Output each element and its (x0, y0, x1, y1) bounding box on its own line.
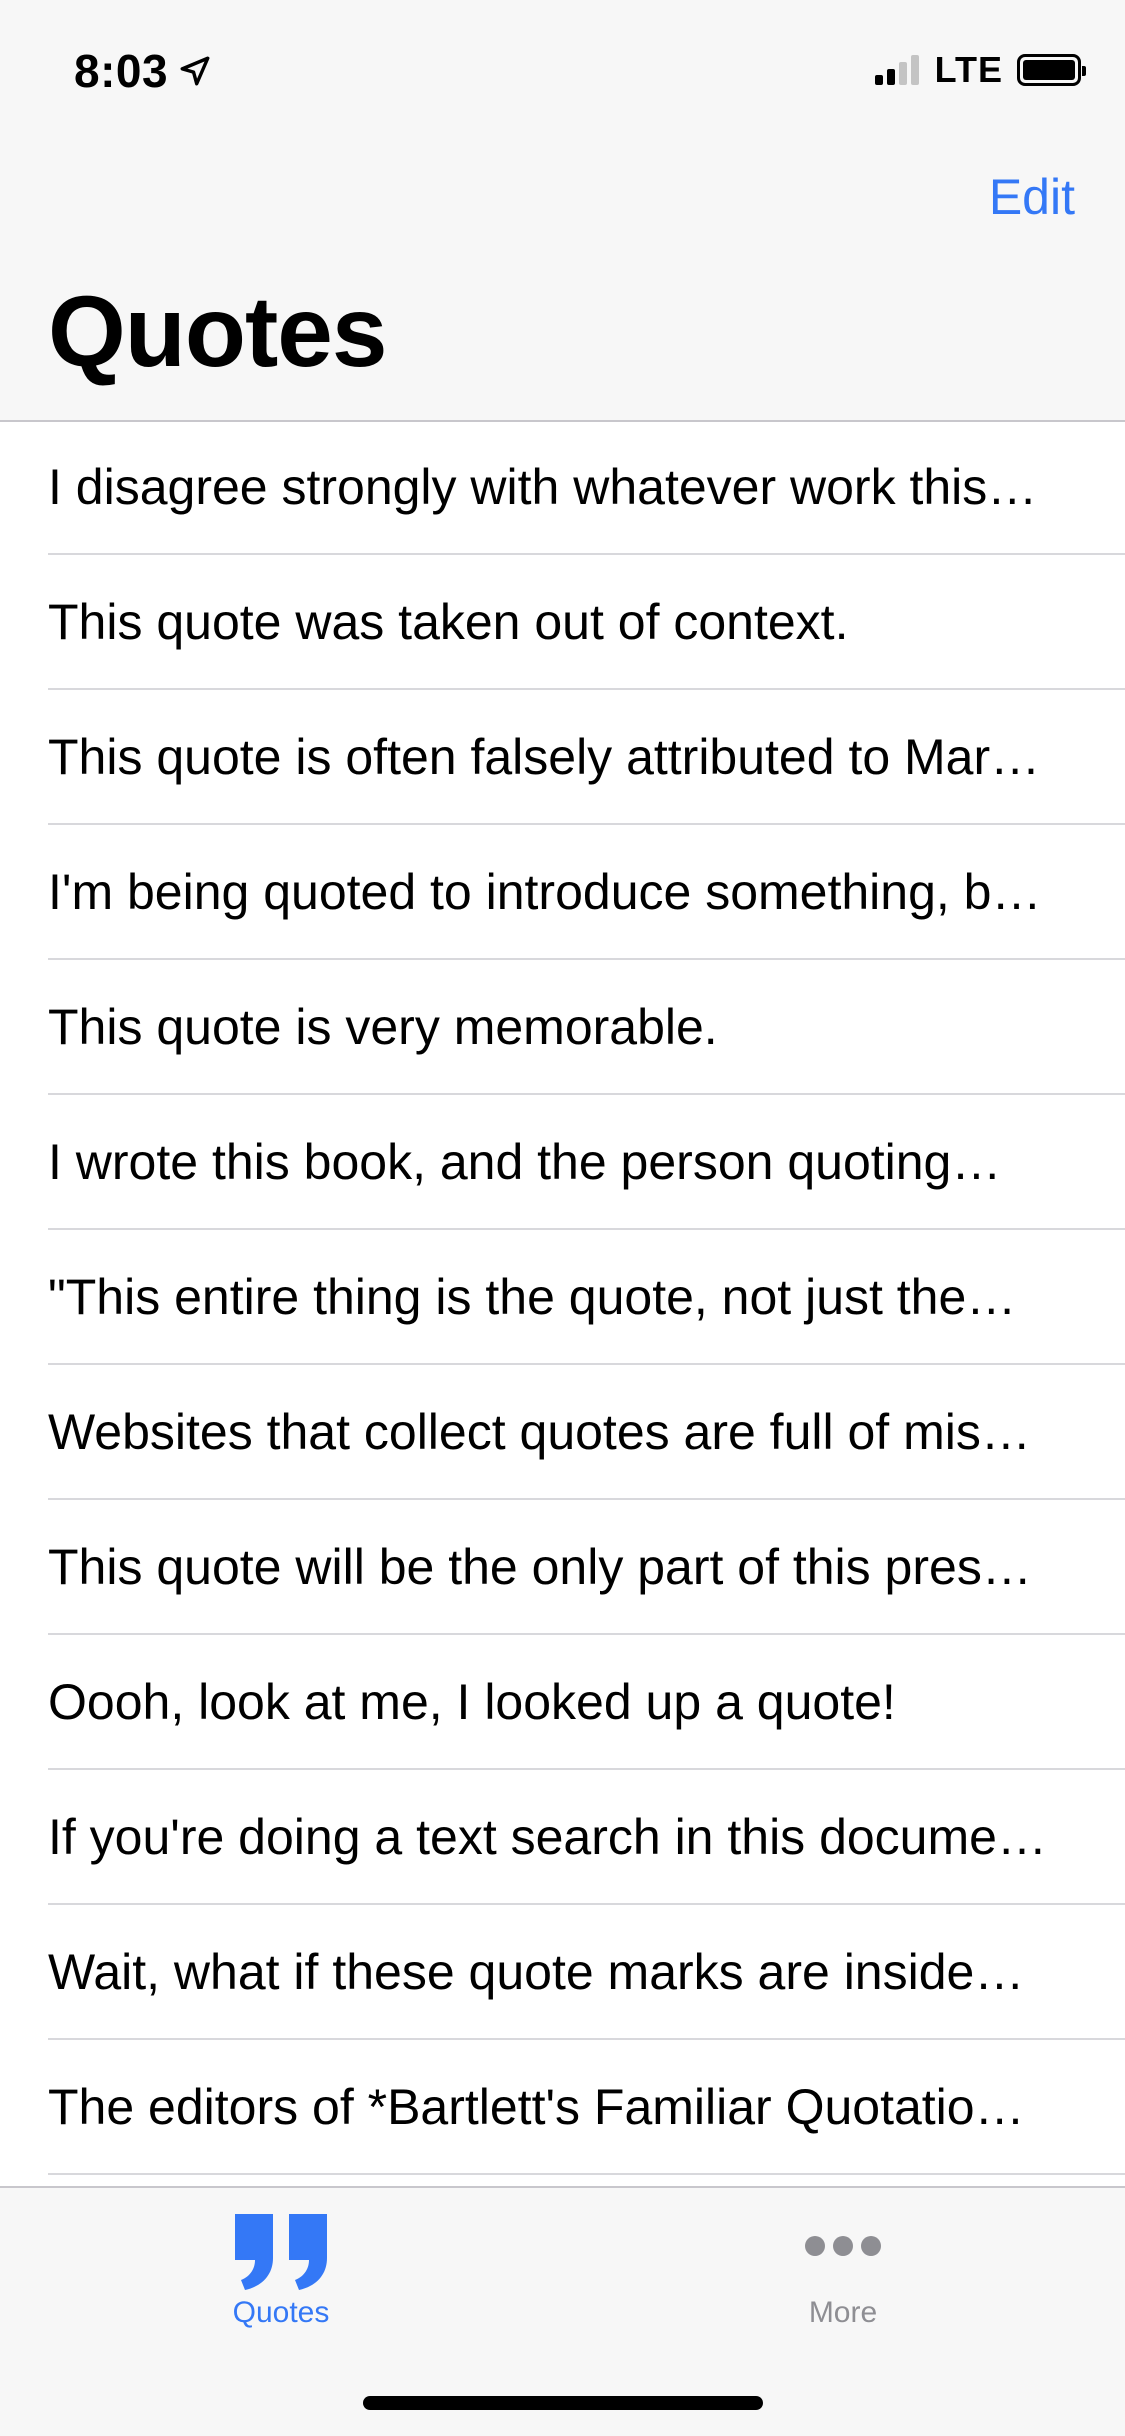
list-item[interactable]: Wait, what if these quote marks are insi… (0, 1905, 1125, 2040)
status-bar-time: 8:03 (74, 44, 212, 98)
quote-marks-icon (235, 2214, 327, 2290)
network-type: LTE (934, 49, 1003, 90)
home-indicator[interactable] (363, 2396, 763, 2410)
list-item-text: I'm being quoted to introduce something,… (48, 864, 1042, 920)
list-item-text: I disagree strongly with whatever work t… (48, 459, 1038, 515)
navigation-header: 8:03 LTE Edit Quotes (0, 0, 1125, 422)
battery-icon (1017, 54, 1086, 86)
list-item-text: I wrote this book, and the person quotin… (48, 1134, 1002, 1190)
list-item-text: If you're doing a text search in this do… (48, 1809, 1047, 1865)
list-item-text: "This entire thing is the quote, not jus… (48, 1269, 1017, 1325)
list-item-text: The editors of *Bartlett's Familiar Quot… (48, 2079, 1025, 2135)
list-item[interactable]: Websites that collect quotes are full of… (0, 1365, 1125, 1500)
location-arrow-icon (180, 56, 210, 86)
row-separator (48, 2173, 1125, 2175)
list-item-text: This quote is very memorable. (48, 999, 718, 1055)
list-item[interactable]: I disagree strongly with whatever work t… (0, 420, 1125, 555)
quotes-list: I disagree strongly with whatever work t… (0, 420, 1125, 2175)
tab-quotes[interactable]: Quotes (131, 2188, 431, 2358)
list-item[interactable]: I wrote this book, and the person quotin… (0, 1095, 1125, 1230)
page-title: Quotes (48, 276, 387, 388)
list-item-text: This quote was taken out of context. (48, 594, 849, 650)
status-bar-indicators: LTE (874, 49, 1086, 90)
list-item[interactable]: This quote was taken out of context. (0, 555, 1125, 690)
list-item[interactable]: I'm being quoted to introduce something,… (0, 825, 1125, 960)
tab-more[interactable]: More (693, 2188, 993, 2358)
list-item-text: Oooh, look at me, I looked up a quote! (48, 1674, 896, 1730)
tab-quotes-label: Quotes (232, 2296, 330, 2329)
list-item[interactable]: The editors of *Bartlett's Familiar Quot… (0, 2040, 1125, 2175)
cellular-signal-icon (874, 55, 923, 85)
list-item-text: This quote will be the only part of this… (48, 1539, 1032, 1595)
list-item[interactable]: This quote will be the only part of this… (0, 1500, 1125, 1635)
status-time-text: 8:03 (74, 45, 169, 97)
edit-button[interactable]: Edit (989, 168, 1075, 226)
list-item-text: Websites that collect quotes are full of… (48, 1404, 1031, 1460)
list-item-text: This quote is often falsely attributed t… (48, 729, 1041, 785)
list-item[interactable]: Oooh, look at me, I looked up a quote! (0, 1635, 1125, 1770)
tab-more-label: More (808, 2296, 878, 2329)
list-item[interactable]: If you're doing a text search in this do… (0, 1770, 1125, 1905)
list-item-text: Wait, what if these quote marks are insi… (48, 1944, 1025, 2000)
more-dots-icon (805, 2236, 881, 2256)
list-item[interactable]: "This entire thing is the quote, not jus… (0, 1230, 1125, 1365)
quotes-screen: 8:03 LTE Edit Quotes I disagree strongly… (0, 0, 1125, 2436)
list-item[interactable]: This quote is very memorable. (0, 960, 1125, 1095)
list-item[interactable]: This quote is often falsely attributed t… (0, 690, 1125, 825)
